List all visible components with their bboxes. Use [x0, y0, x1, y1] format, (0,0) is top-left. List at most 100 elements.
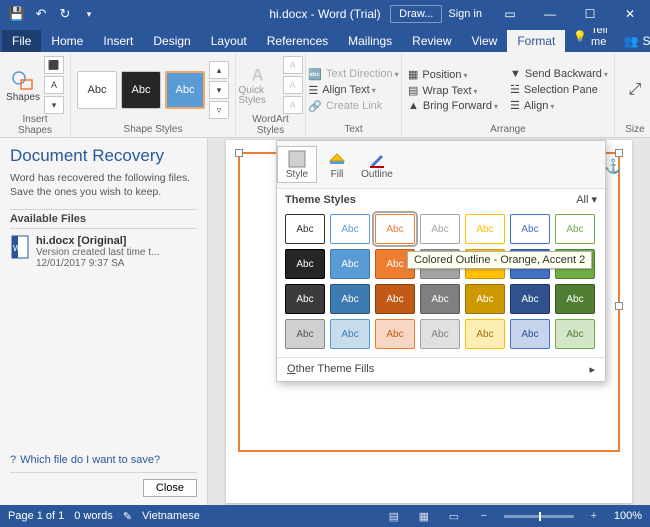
align-button[interactable]: ☰Align — [510, 98, 608, 113]
theme-style-swatch[interactable]: Abc — [330, 284, 370, 314]
recovery-file-item[interactable]: W hi.docx [Original] Version created las… — [10, 235, 197, 269]
view-read-icon[interactable]: ▤ — [384, 510, 404, 523]
status-zoom[interactable]: 100% — [614, 510, 642, 522]
theme-style-swatch[interactable]: Abc — [465, 284, 505, 314]
titlebar: 💾 ↶ ↻ ▾ hi.docx - Word (Trial) Draw... S… — [0, 0, 650, 28]
share-icon: 👥 — [624, 34, 639, 48]
position-icon: ▦ — [408, 68, 418, 81]
tab-view[interactable]: View — [462, 30, 508, 52]
tab-file[interactable]: File — [2, 30, 41, 52]
size-button[interactable]: ⤢ — [621, 68, 649, 112]
tab-home[interactable]: Home — [41, 30, 93, 52]
theme-style-swatch[interactable]: Abc — [420, 284, 460, 314]
shape-style-1[interactable]: Abc — [77, 71, 117, 109]
theme-style-swatch[interactable]: Abc — [420, 214, 460, 244]
theme-style-swatch[interactable]: Abc — [555, 319, 595, 349]
wrap-text-button[interactable]: ▤Wrap Text — [408, 83, 498, 98]
tab-references[interactable]: References — [257, 30, 338, 52]
redo-icon[interactable]: ↻ — [54, 3, 76, 25]
view-web-icon[interactable]: ▭ — [444, 510, 464, 523]
status-page[interactable]: Page 1 of 1 — [8, 510, 64, 522]
view-print-icon[interactable]: ▦ — [414, 510, 434, 523]
theme-style-swatch[interactable]: Abc — [375, 319, 415, 349]
theme-style-swatch[interactable]: Abc — [285, 214, 325, 244]
recovery-help-link[interactable]: ?Which file do I want to save? — [10, 454, 197, 466]
popup-tab-style[interactable]: Style — [277, 146, 317, 183]
swatch-tooltip: Colored Outline - Orange, Accent 2 — [407, 251, 592, 269]
shape-style-3[interactable]: Abc — [165, 71, 205, 109]
qat-more-icon[interactable]: ▾ — [78, 3, 100, 25]
send-backward-icon: ▼ — [510, 68, 521, 80]
close-icon[interactable]: ✕ — [610, 0, 650, 28]
other-theme-fills-button[interactable]: Other Theme Fills ▸ — [277, 357, 605, 381]
other-fills-label: ther Theme Fills — [296, 363, 375, 375]
signin-link[interactable]: Sign in — [448, 8, 482, 20]
document-area[interactable]: ⚓ Style Fill Outline — [208, 138, 650, 505]
zoom-out-icon[interactable]: − — [474, 510, 494, 522]
shapes-button[interactable]: Shapes — [6, 63, 40, 107]
theme-style-swatch[interactable]: Abc — [330, 249, 370, 279]
theme-style-swatch[interactable]: Abc — [375, 284, 415, 314]
status-words[interactable]: 0 words — [74, 510, 113, 522]
bring-forward-button[interactable]: ▲Bring Forward — [408, 99, 498, 113]
theme-style-swatch[interactable]: Abc — [510, 284, 550, 314]
more-shapes-icon[interactable]: ▾ — [44, 96, 64, 114]
status-language[interactable]: Vietnamese — [142, 510, 200, 522]
selection-pane-icon: ☱ — [510, 83, 520, 96]
popup-all-dropdown[interactable]: All ▾ — [576, 193, 597, 206]
page-canvas[interactable]: ⚓ Style Fill Outline — [226, 140, 632, 503]
theme-style-swatch[interactable]: Abc — [420, 319, 460, 349]
maximize-icon[interactable]: ☐ — [570, 0, 610, 28]
theme-style-swatch[interactable]: Abc — [375, 214, 415, 244]
tab-format[interactable]: Format — [507, 30, 565, 52]
style-gallery-down-icon[interactable]: ▾ — [209, 81, 229, 99]
popup-tab-fill[interactable]: Fill — [317, 147, 357, 182]
panel-close-button[interactable]: Close — [143, 479, 197, 497]
undo-icon[interactable]: ↶ — [30, 3, 52, 25]
theme-style-swatch[interactable]: Abc — [285, 284, 325, 314]
edit-shape-icon[interactable]: ⬛ — [44, 56, 64, 74]
theme-style-swatch[interactable]: Abc — [285, 319, 325, 349]
text-fill-icon: A — [283, 56, 303, 74]
ribbon-options-icon[interactable]: ▭ — [490, 0, 530, 28]
zoom-in-icon[interactable]: + — [584, 510, 604, 522]
theme-style-swatch[interactable]: Abc — [510, 319, 550, 349]
share-button[interactable]: 👥Share — [616, 30, 650, 52]
theme-style-swatch[interactable]: Abc — [465, 319, 505, 349]
size-icon: ⤢ — [629, 81, 642, 99]
shape-style-2[interactable]: Abc — [121, 71, 161, 109]
draw-pill[interactable]: Draw... — [390, 5, 442, 23]
save-icon[interactable]: 💾 — [6, 3, 28, 25]
theme-style-swatch[interactable]: Abc — [330, 319, 370, 349]
send-backward-button[interactable]: ▼Send Backward — [510, 67, 608, 81]
proofing-icon[interactable]: ✎ — [123, 510, 132, 523]
minimize-icon[interactable]: — — [530, 0, 570, 28]
create-link-label: Create Link — [326, 100, 382, 112]
zoom-slider[interactable] — [504, 515, 574, 518]
theme-style-swatch[interactable]: Abc — [555, 284, 595, 314]
recovery-file-meta2: 12/01/2017 9:37 SA — [36, 258, 159, 269]
theme-style-swatch[interactable]: Abc — [465, 214, 505, 244]
text-box-icon[interactable]: A — [44, 76, 64, 94]
style-gallery-up-icon[interactable]: ▴ — [209, 61, 229, 79]
popup-outline-label: Outline — [361, 169, 393, 180]
tab-design[interactable]: Design — [143, 30, 200, 52]
theme-style-swatch[interactable]: Abc — [510, 214, 550, 244]
style-gallery-more-icon[interactable]: ▿ — [209, 101, 229, 119]
position-button[interactable]: ▦ Position — [408, 67, 498, 82]
popup-tab-outline[interactable]: Outline — [357, 147, 397, 182]
resize-handle[interactable] — [235, 149, 243, 157]
align-text-button[interactable]: ☰Align Text — [308, 83, 375, 98]
position-label: Position — [422, 69, 467, 81]
selection-pane-button[interactable]: ☱Selection Pane — [510, 82, 608, 97]
tab-review[interactable]: Review — [402, 30, 461, 52]
theme-style-swatch[interactable]: Abc — [285, 249, 325, 279]
theme-style-swatch[interactable]: Abc — [330, 214, 370, 244]
tab-insert[interactable]: Insert — [93, 30, 143, 52]
popup-all-label: All — [576, 194, 588, 206]
resize-handle[interactable] — [615, 149, 623, 157]
tab-mailings[interactable]: Mailings — [338, 30, 402, 52]
theme-style-swatch[interactable]: Abc — [555, 214, 595, 244]
resize-handle[interactable] — [615, 302, 623, 310]
tab-layout[interactable]: Layout — [201, 30, 257, 52]
